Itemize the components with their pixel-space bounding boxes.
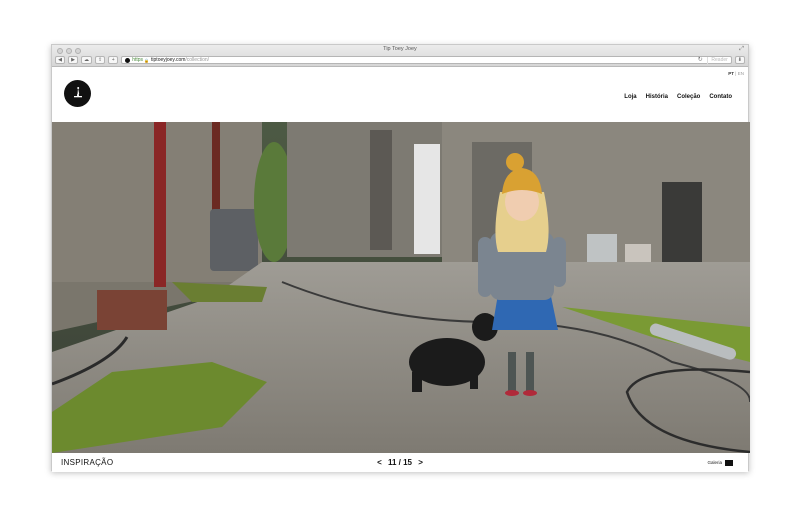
lock-icon: 🔒 [144, 57, 150, 63]
add-tab-button[interactable]: + [108, 56, 119, 64]
nav-historia[interactable]: História [646, 94, 668, 100]
back-button[interactable]: ◀ [55, 56, 65, 64]
refresh-icon[interactable]: ↻ [698, 57, 703, 64]
lang-en[interactable]: EN [738, 71, 744, 76]
forward-icon: ▶ [71, 57, 75, 63]
pager: < 11 / 15 > [52, 458, 748, 467]
icloud-tabs-button[interactable]: ☁ [81, 56, 92, 64]
gallery-label: Galeria [707, 460, 722, 465]
nav-contato[interactable]: Contato [709, 94, 732, 100]
share-button[interactable]: ⇪ [95, 56, 106, 64]
prev-button[interactable]: < [377, 458, 382, 467]
reader-button[interactable]: Reader [707, 57, 728, 64]
browser-window: Tip Toey Joey ⤢ ◀ ▶ ☁ ⇪ + https 🔒 tiptoe… [51, 44, 750, 472]
cloud-icon: ☁ [84, 57, 89, 63]
lang-separator: | [735, 71, 737, 76]
next-button[interactable]: > [418, 458, 423, 467]
site-logo[interactable] [64, 80, 91, 107]
browser-toolbar: ◀ ▶ ☁ ⇪ + https 🔒 tiptoeyjoey.com/collec… [55, 55, 745, 65]
web-page: PT | EN Loja História Coleção Contato IN… [52, 67, 750, 472]
page-indicator: 11 / 15 [387, 458, 413, 467]
download-icon: ⬇ [737, 57, 742, 63]
lang-pt[interactable]: PT [728, 71, 734, 76]
language-switcher: PT | EN [728, 71, 744, 76]
gallery-footer: INSPIRAÇÃO < 11 / 15 > Galeria [52, 453, 748, 472]
main-nav: Loja História Coleção Contato [624, 94, 732, 100]
url-path: /collection/ [185, 57, 210, 63]
url-scheme: https [132, 57, 144, 63]
fullscreen-icon[interactable]: ⤢ [739, 46, 744, 53]
grid-icon [725, 459, 733, 466]
add-tab-icon: + [111, 57, 115, 63]
share-icon: ⇪ [98, 57, 103, 63]
url-host: tiptoeyjoey.com [151, 57, 186, 63]
window-title: Tip Toey Joey [383, 46, 417, 52]
photo-illustration [52, 122, 750, 453]
nav-loja[interactable]: Loja [624, 94, 636, 100]
gallery-toggle[interactable]: Galeria [707, 459, 733, 466]
nav-colecao[interactable]: Coleção [677, 94, 700, 100]
title-bar: Tip Toey Joey ⤢ ◀ ▶ ☁ ⇪ + https 🔒 tiptoe… [52, 45, 748, 67]
logo-icon [73, 86, 82, 97]
back-icon: ◀ [58, 57, 62, 63]
address-bar[interactable]: https 🔒 tiptoeyjoey.com/collection/ ↻ Re… [121, 56, 732, 64]
forward-button[interactable]: ▶ [68, 56, 78, 64]
hero-photo [52, 122, 750, 453]
downloads-button[interactable]: ⬇ [734, 56, 745, 64]
favicon [125, 57, 131, 63]
